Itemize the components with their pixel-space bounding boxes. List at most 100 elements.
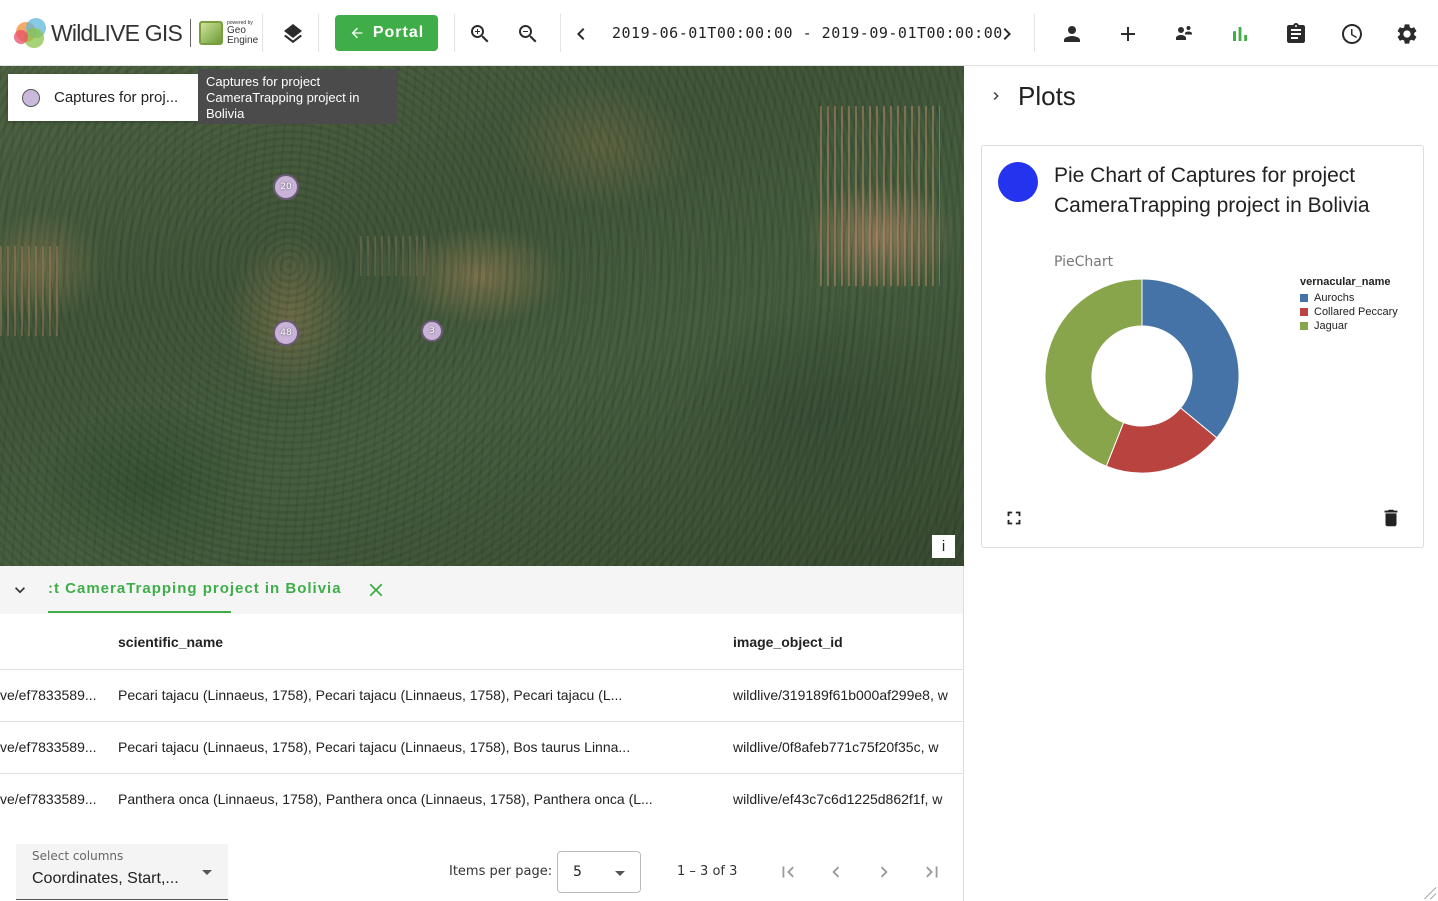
next-page-button[interactable]: [872, 860, 896, 884]
plot-card: Pie Chart of Captures for project Camera…: [981, 145, 1424, 548]
time-previous-button[interactable]: [561, 14, 601, 54]
geo-engine-line2: Engine: [227, 35, 259, 46]
layers-icon: [284, 24, 302, 44]
toolbar-divider: [454, 14, 455, 52]
layer-legend[interactable]: Captures for proj...: [8, 74, 198, 121]
zoom-in-button[interactable]: [460, 14, 500, 54]
plot-title: Pie Chart of Captures for project Camera…: [1054, 164, 1370, 217]
user-button[interactable]: [1052, 14, 1092, 54]
pie-chart-legend: vernacular_name Aurochs Collared Peccary J…: [1300, 276, 1398, 333]
first-page-icon: [782, 866, 794, 878]
clearing-stripes: [360, 236, 430, 276]
plots-button[interactable]: [1220, 14, 1260, 54]
close-tab-button[interactable]: [364, 578, 388, 602]
gear-icon: [1397, 24, 1417, 44]
chevron-right-icon: [1003, 28, 1011, 40]
time-range-display[interactable]: 2019-06-01T00:00:00 - 2019-09-01T00:00:0…: [612, 24, 1003, 42]
plots-panel-title: Plots: [1018, 81, 1076, 111]
legend-label: Jaguar: [1314, 320, 1348, 332]
cell-scientific-name: Pecari tajacu (Linnaeus, 1758), Pecari t…: [118, 687, 623, 703]
map-attribution-button[interactable]: i: [932, 535, 955, 558]
legend-title: vernacular_name: [1300, 276, 1391, 288]
settings-button[interactable]: [1387, 14, 1427, 54]
chevron-down-icon: [15, 587, 25, 594]
map-cluster-marker[interactable]: 3: [421, 320, 443, 342]
map-cluster-marker[interactable]: 48: [273, 320, 299, 346]
row-divider: [0, 669, 963, 670]
column-header-image-object-id[interactable]: image_object_id: [733, 634, 843, 650]
back-arrow-icon: [351, 27, 363, 39]
map-cluster-marker[interactable]: 20: [273, 174, 299, 200]
dropdown-arrow-icon: [615, 871, 625, 876]
logo-separator: [190, 19, 191, 47]
cell-image-object-id: wildlive/319189f61b000af299e8, w: [733, 687, 948, 703]
zoom-in-icon: [471, 25, 489, 43]
row-divider: [0, 721, 963, 722]
cell-id: ve/ef7833589...: [0, 739, 97, 755]
delete-plot-button[interactable]: [1379, 506, 1403, 530]
collapse-plots-button[interactable]: [986, 86, 1006, 106]
table-tab[interactable]: :t CameraTrapping project in Bolivia: [48, 580, 348, 597]
cell-scientific-name: Panthera onca (Linnaeus, 1758), Panthera…: [118, 791, 653, 807]
resize-handle[interactable]: [1424, 887, 1436, 899]
operators-button[interactable]: [1164, 14, 1204, 54]
row-divider: [0, 773, 963, 774]
add-data-button[interactable]: [1108, 14, 1148, 54]
legend-label: Collared Peccary: [1314, 306, 1398, 318]
chevron-right-icon: [993, 92, 999, 100]
chevron-right-icon: [880, 866, 888, 878]
layer-tooltip: Captures for project CameraTrapping proj…: [198, 69, 397, 124]
geo-engine-text: powered by Geo Engine: [227, 20, 258, 46]
app-name: WildLIVE GIS: [51, 19, 183, 46]
dropdown-arrow-icon: [202, 870, 212, 875]
top-toolbar: WildLIVE GIS powered by Geo Engine Porta…: [0, 0, 1438, 66]
cell-image-object-id: wildlive/ef43c7c6d1225d862f1f, w: [733, 791, 943, 807]
legend-item: Aurochs: [1300, 291, 1398, 305]
select-columns-label: Select columns: [32, 849, 124, 863]
map-view[interactable]: 20 48 3 i: [0, 66, 964, 566]
fullscreen-icon: [1007, 511, 1021, 525]
pie-slice-aurochs[interactable]: [1141, 278, 1240, 439]
column-header-scientific-name[interactable]: scientific_name: [118, 634, 223, 650]
last-page-button[interactable]: [920, 860, 944, 884]
clipboard-icon: [1287, 23, 1305, 43]
previous-page-button[interactable]: [824, 860, 848, 884]
fullscreen-plot-button[interactable]: [1002, 506, 1026, 530]
layer-legend-label: Captures for proj...: [54, 89, 179, 106]
history-button[interactable]: [1332, 14, 1372, 54]
legend-swatch: [1300, 322, 1308, 330]
legend-swatch: [1300, 294, 1308, 302]
items-per-page-value: 5: [573, 864, 582, 880]
time-next-button[interactable]: [987, 14, 1027, 54]
layer-point-symbol-icon: [22, 88, 40, 107]
user-icon: [1064, 26, 1080, 42]
plots-icon: [1233, 27, 1247, 41]
legend-label: Aurochs: [1314, 292, 1355, 304]
collapse-table-button[interactable]: [8, 578, 32, 602]
toolbar-divider: [262, 14, 263, 52]
portal-button[interactable]: Portal: [335, 15, 438, 51]
clearing-stripes: [0, 246, 60, 336]
layers-button[interactable]: [273, 14, 313, 54]
close-icon: [369, 583, 383, 597]
select-columns-value: Coordinates, Start,...: [32, 870, 179, 887]
legend-item: Collared Peccary: [1300, 305, 1398, 319]
trash-icon: [1384, 509, 1398, 527]
clearing-stripes: [820, 106, 940, 286]
wildlive-logo-icon: [14, 16, 48, 50]
chevron-left-icon: [832, 866, 840, 878]
items-per-page-select[interactable]: 5: [557, 851, 641, 893]
first-page-button[interactable]: [776, 860, 800, 884]
clipboard-button[interactable]: [1276, 14, 1316, 54]
table-tab-bar: :t CameraTrapping project in Bolivia: [0, 566, 963, 614]
legend-item: Jaguar: [1300, 319, 1398, 333]
legend-swatch: [1300, 308, 1308, 316]
history-icon: [1342, 24, 1362, 44]
toolbar-divider: [1034, 14, 1035, 52]
table-paginator: Select columns Coordinates, Start,... It…: [0, 844, 963, 901]
select-columns-dropdown[interactable]: Select columns Coordinates, Start,...: [16, 844, 228, 900]
cell-scientific-name: Pecari tajacu (Linnaeus, 1758), Pecari t…: [118, 739, 631, 755]
data-table-panel: :t CameraTrapping project in Bolivia sci…: [0, 566, 964, 901]
zoom-out-button[interactable]: [508, 14, 548, 54]
items-per-page-label: Items per page:: [449, 864, 553, 879]
